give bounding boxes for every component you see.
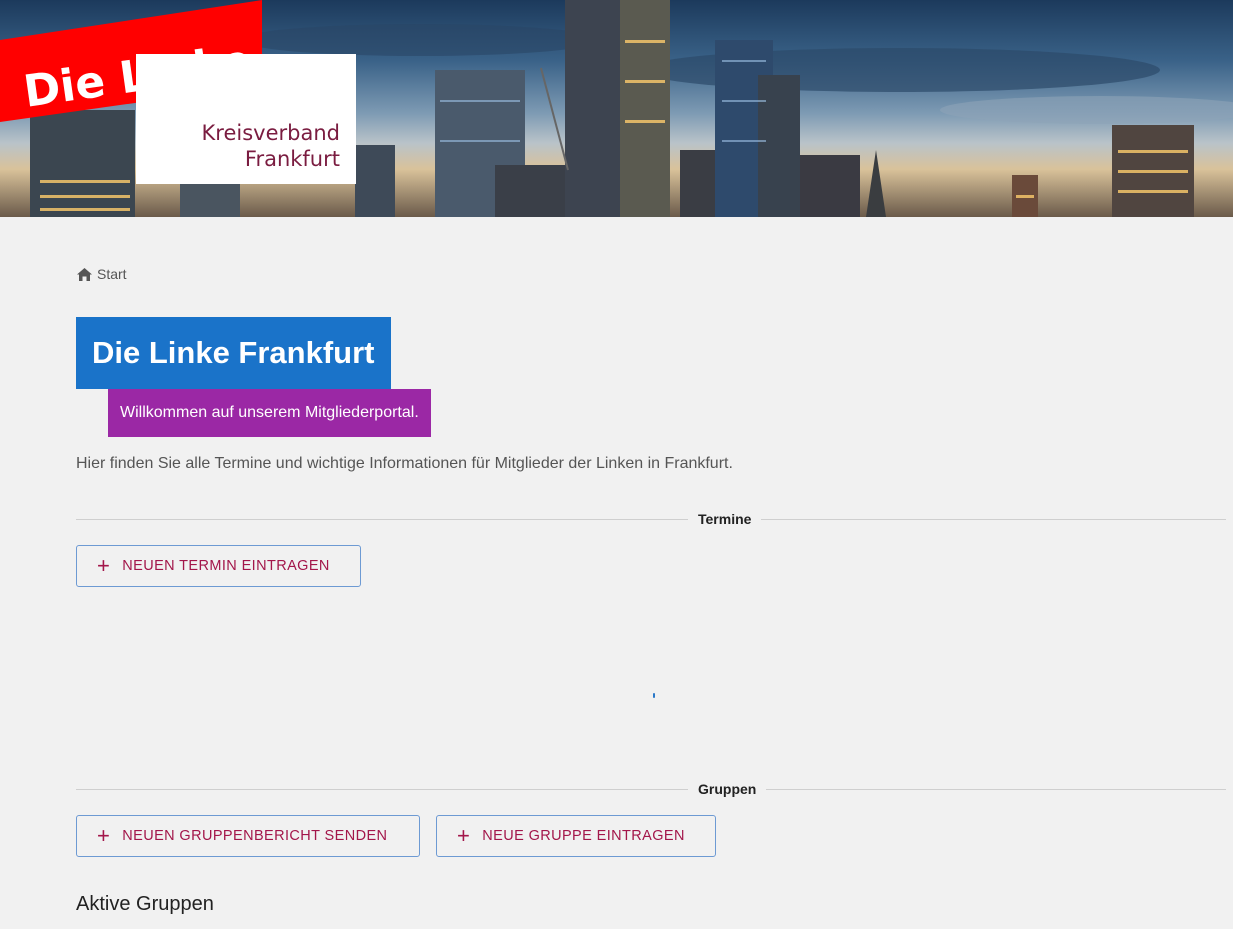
divider-line — [76, 519, 1226, 520]
header-banner: Die Linke Kreisverband Frankfurt — [0, 0, 1233, 217]
logo-sub-line1: Kreisverband — [201, 121, 340, 145]
loading-spinner — [653, 693, 655, 698]
add-termin-button[interactable]: + NEUEN TERMIN EINTRAGEN — [76, 545, 361, 587]
divider-line — [76, 789, 1226, 790]
gruppen-divider: Gruppen — [76, 779, 1226, 799]
page-title: Die Linke Frankfurt — [76, 317, 391, 389]
active-groups-heading: Aktive Gruppen — [76, 893, 214, 915]
add-gruppe-label: NEUE GRUPPE EINTRAGEN — [482, 828, 685, 844]
add-gruppe-button[interactable]: + NEUE GRUPPE EINTRAGEN — [436, 815, 716, 857]
home-icon[interactable] — [77, 267, 92, 281]
breadcrumb: Start — [77, 266, 127, 282]
send-gruppenbericht-button[interactable]: + NEUEN GRUPPENBERICHT SENDEN — [76, 815, 420, 857]
plus-icon: + — [97, 823, 111, 848]
termine-heading: Termine — [688, 509, 762, 529]
add-termin-label: NEUEN TERMIN EINTRAGEN — [122, 558, 330, 574]
logo-sub-line2: Frankfurt — [244, 147, 340, 171]
gruppen-heading: Gruppen — [688, 779, 767, 799]
page-subtitle: Willkommen auf unserem Mitgliederportal. — [108, 389, 431, 437]
logo-subtitle: Kreisverband Frankfurt — [202, 120, 340, 172]
intro-text: Hier finden Sie alle Termine und wichtig… — [76, 455, 733, 472]
plus-icon: + — [457, 823, 471, 848]
termine-divider: Termine — [76, 509, 1226, 529]
plus-icon: + — [97, 553, 111, 578]
breadcrumb-start-link[interactable]: Start — [97, 266, 127, 282]
logo-subtitle-box: Kreisverband Frankfurt — [136, 54, 356, 184]
send-gruppenbericht-label: NEUEN GRUPPENBERICHT SENDEN — [122, 828, 388, 844]
